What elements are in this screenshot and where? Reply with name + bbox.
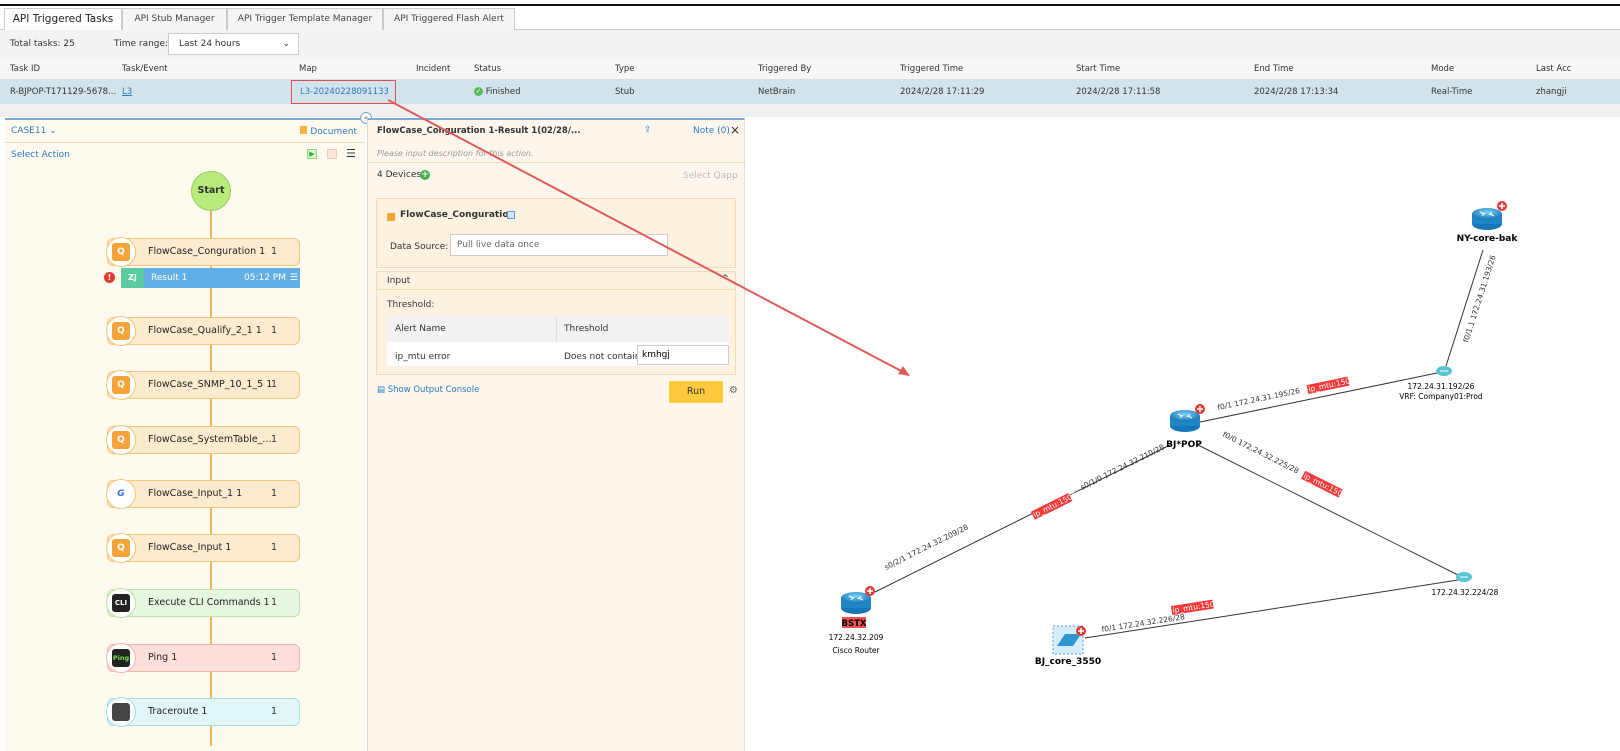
subnet-cloud1[interactable]: 172.24.31.192/26VRF: Company01:Prod: [1399, 365, 1483, 401]
link-label: s0/2/1 172.24.32.209/28: [883, 522, 970, 571]
router-icon: [1471, 207, 1503, 231]
device-bstx[interactable]: BSTX 172.24.32.209 Cisco Router: [829, 585, 884, 655]
svg-text:BJ*POP: BJ*POP: [1166, 440, 1202, 450]
device-bjpop[interactable]: BJ*POP: [1166, 403, 1206, 450]
cloud-icon: [1455, 571, 1473, 583]
link-label: f0/0 172.24.32.225/28: [1221, 430, 1300, 476]
subnet-cloud2[interactable]: 172.24.32.224/28: [1432, 571, 1499, 597]
link-switch-cloud2: [1084, 579, 1459, 639]
link-label: f0/1 172.24.32.226/28: [1101, 612, 1186, 634]
mtu-label: ip_mtu:1500: [1032, 490, 1078, 519]
router-icon: [840, 591, 872, 615]
svg-text:Cisco Router: Cisco Router: [832, 646, 880, 655]
mtu-label: ip_mtu:1500: [1172, 599, 1220, 615]
svg-text:VRF: Company01:Prod: VRF: Company01:Prod: [1399, 392, 1483, 401]
router-icon: [1169, 409, 1201, 433]
mtu-label: ip_mtu:1500: [1302, 471, 1348, 500]
svg-text:172.24.31.192/26: 172.24.31.192/26: [1408, 382, 1475, 391]
link-label: s0/1/0 172.24.32.210/28: [1079, 442, 1166, 491]
link-label: f0/1 172.24.31.195/26: [1217, 386, 1301, 412]
svg-text:BJ_core_3550: BJ_core_3550: [1035, 657, 1101, 667]
link-label: f0/1.1 172.24.31.193/26: [1461, 254, 1497, 344]
device-ny-core-bak[interactable]: NY-core-bak: [1457, 200, 1519, 244]
svg-text:NY-core-bak: NY-core-bak: [1457, 234, 1519, 244]
svg-text:172.24.32.224/28: 172.24.32.224/28: [1432, 588, 1499, 597]
svg-text:BSTX: BSTX: [842, 619, 867, 629]
link-bjpop-cloud2: [1197, 444, 1459, 576]
network-map: f0/1 172.24.31.195/26 ip_mtu:1500 f0/1.1…: [387, 99, 1519, 667]
annotation-arrow: [387, 99, 906, 374]
device-bj-core-3550[interactable]: BJ_core_3550: [1035, 625, 1101, 667]
cloud-icon: [1435, 365, 1453, 377]
svg-text:172.24.32.209: 172.24.32.209: [829, 633, 884, 642]
